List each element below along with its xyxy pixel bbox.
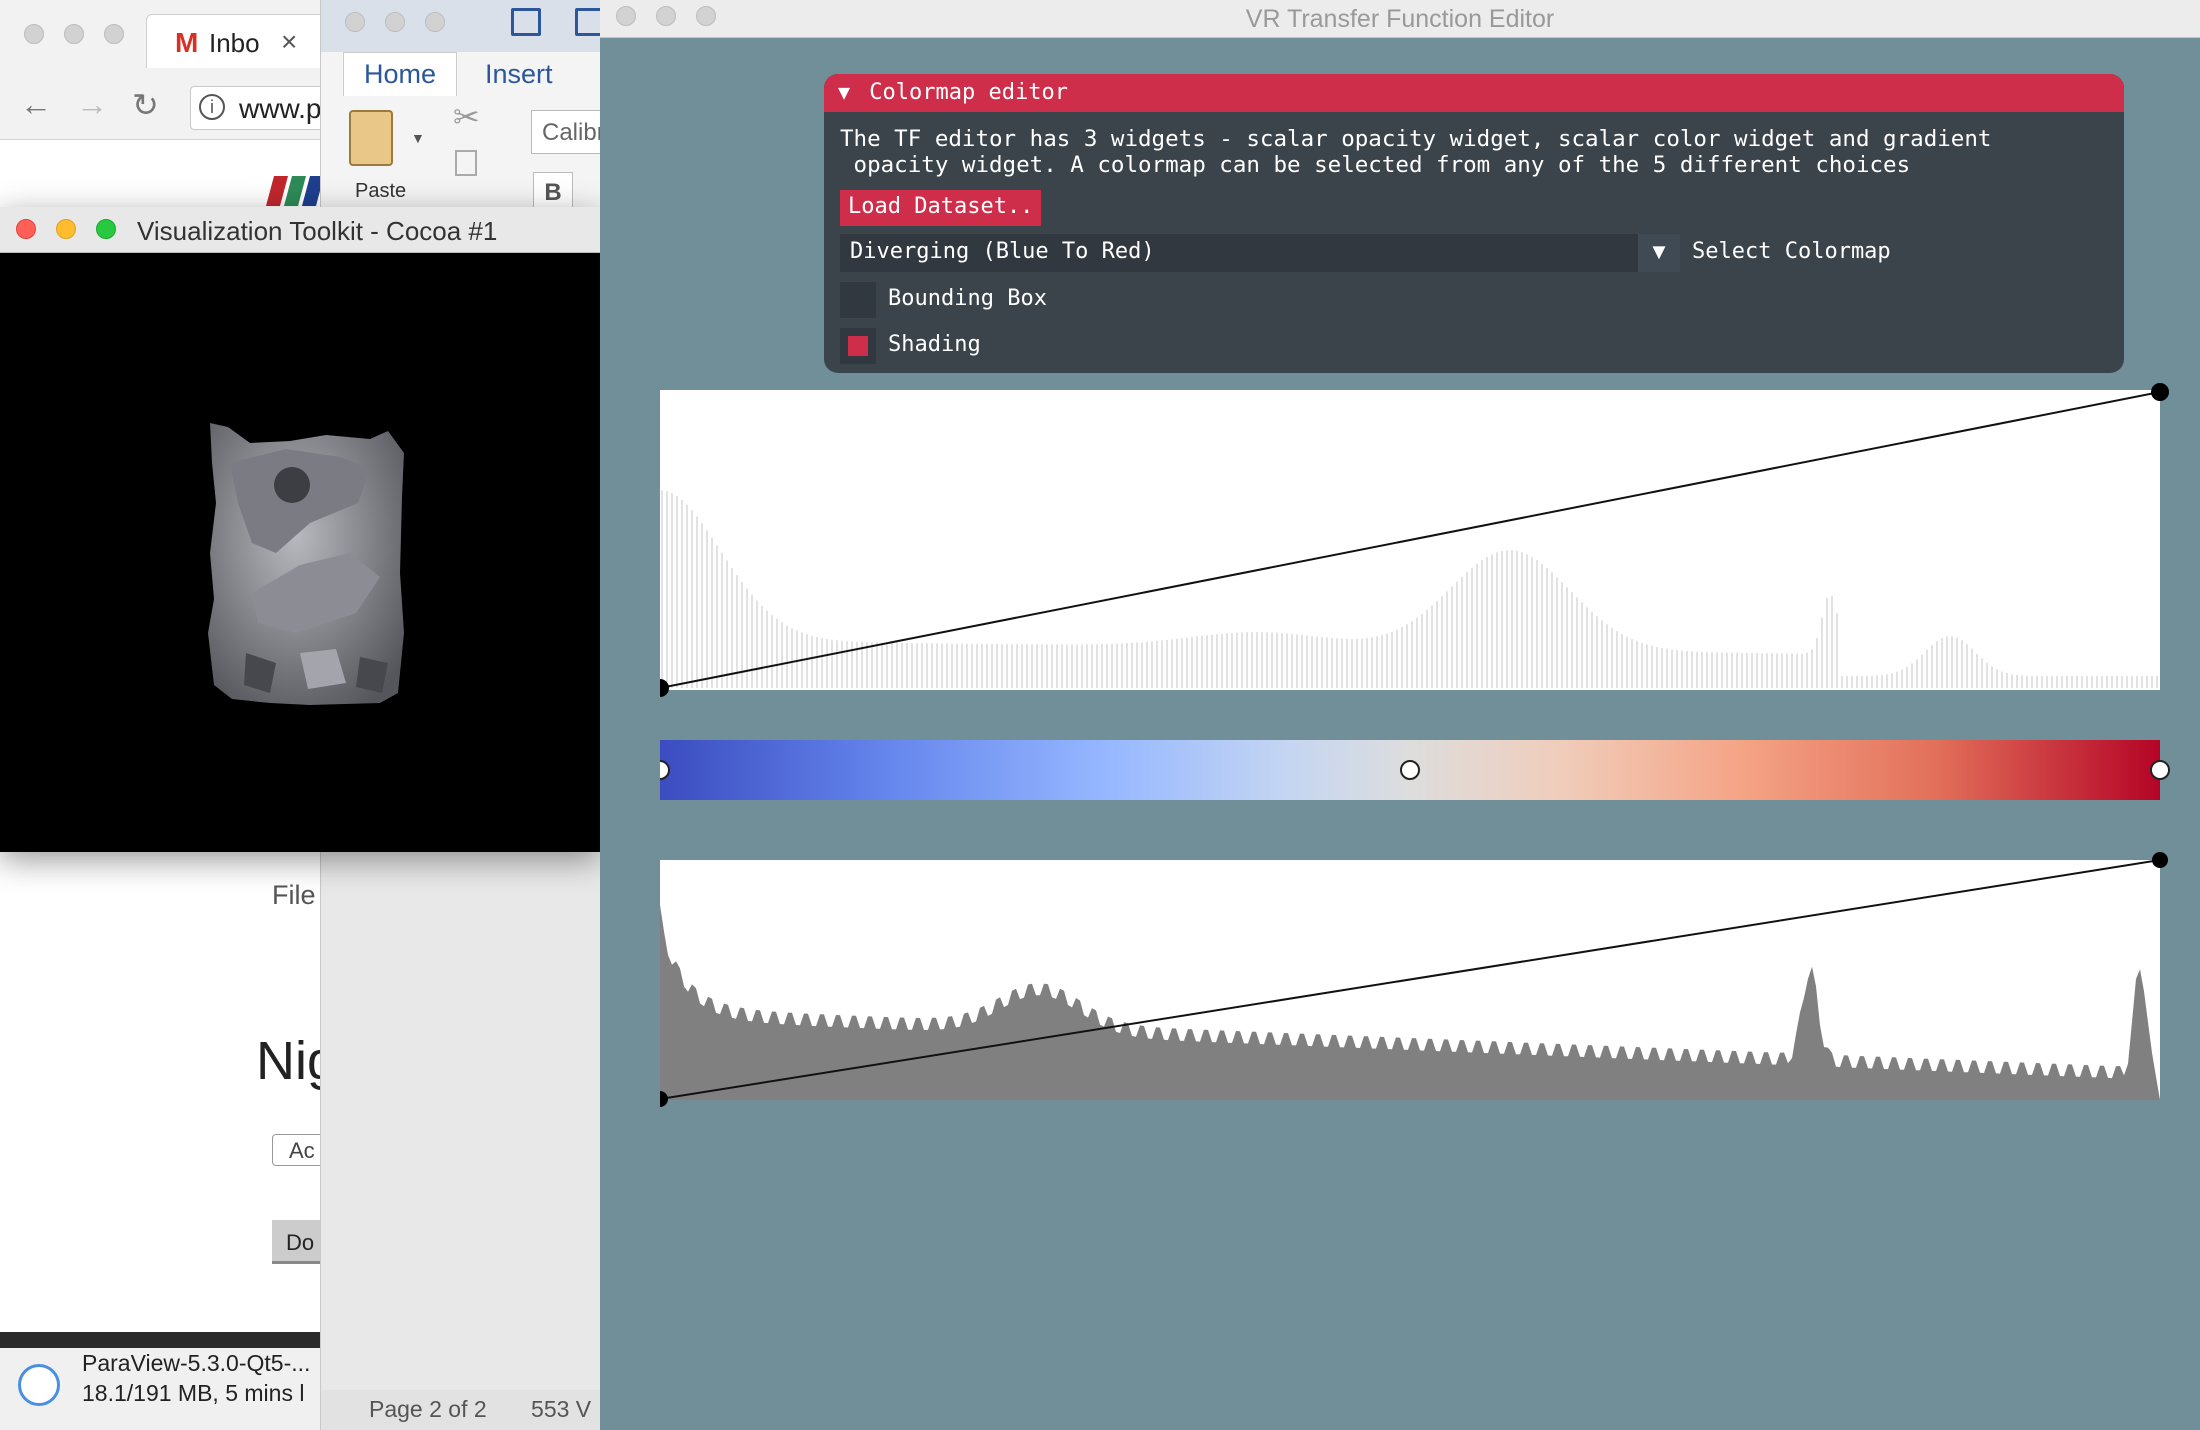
forward-arrow-icon[interactable]: → [76, 86, 108, 123]
status-page: Page 2 of 2 [369, 1396, 487, 1422]
bold-button[interactable]: B [533, 172, 573, 212]
tab-inbox[interactable]: M Inbo × [146, 14, 330, 68]
editor-close-button[interactable] [616, 6, 636, 26]
paste-dropdown-icon[interactable]: ▼ [411, 130, 425, 146]
tab-home[interactable]: Home [343, 52, 458, 96]
back-arrow-icon[interactable]: ← [20, 86, 52, 123]
word-close-button[interactable] [345, 12, 365, 32]
vtk-zoom-button[interactable] [96, 219, 116, 239]
word-titlebar [321, 0, 611, 52]
address-bar[interactable]: i www.p [190, 86, 330, 130]
color-point-low[interactable] [660, 760, 670, 780]
address-text: www.p [239, 93, 322, 124]
font-name-box[interactable]: Calibr [531, 110, 611, 154]
tab-insert[interactable]: Insert [465, 53, 573, 96]
vtk-title: Visualization Toolkit - Cocoa #1 [137, 216, 498, 246]
shading-check-mark [848, 336, 868, 356]
panel-header[interactable]: ▼ Colormap editor [824, 74, 2124, 112]
colormap-select-label: Select Colormap [1692, 239, 1891, 264]
tab-title: Inbo [209, 28, 260, 58]
browser-zoom-button[interactable] [104, 24, 124, 44]
tab-close-icon[interactable]: × [281, 26, 297, 58]
word-ribbon: Home Insert ▼ Paste ✂ Calibr B [321, 52, 611, 212]
reload-icon[interactable]: ↻ [132, 86, 159, 124]
rendered-engine-block [208, 423, 404, 705]
download-progress: 18.1/191 MB, 5 mins l [82, 1380, 305, 1406]
color-point-high[interactable] [2150, 760, 2170, 780]
gradient-opacity-widget[interactable] [660, 850, 2170, 1110]
volume-render-viewport[interactable] [0, 253, 600, 852]
paste-clipboard-icon[interactable] [349, 110, 393, 166]
color-point-mid[interactable] [1400, 760, 1420, 780]
bounding-box-checkbox[interactable] [840, 282, 876, 318]
opacity-point-end[interactable] [2151, 383, 2169, 401]
download-file-icon [18, 1364, 60, 1406]
vtk-minimize-button[interactable] [56, 219, 76, 239]
scalar-color-widget[interactable] [660, 730, 2170, 810]
colormap-dropdown-arrow-icon[interactable]: ▼ [1638, 234, 1680, 272]
shading-label: Shading [888, 332, 981, 357]
editor-titlebar: VR Transfer Function Editor [600, 0, 2200, 38]
download-bar: ParaView-5.3.0-Qt5-... 18.1/191 MB, 5 mi… [0, 1332, 330, 1430]
vtk-window: Visualization Toolkit - Cocoa #1 [0, 207, 600, 852]
browser-minimize-button[interactable] [64, 24, 84, 44]
copy-icon[interactable] [455, 150, 477, 176]
info-icon: i [199, 94, 225, 120]
download-name[interactable]: ParaView-5.3.0-Qt5-... [82, 1350, 310, 1377]
page-text-file: File [272, 880, 316, 910]
shading-checkbox[interactable] [840, 328, 876, 364]
colormap-editor-panel: ▼ Colormap editor The TF editor has 3 wi… [824, 74, 2124, 373]
editor-title: VR Transfer Function Editor [1245, 5, 1555, 33]
sidebar-toggle-icon[interactable] [511, 8, 541, 36]
paste-label: Paste [355, 180, 407, 202]
bounding-box-label: Bounding Box [888, 286, 1047, 311]
scalar-opacity-widget[interactable] [660, 380, 2170, 700]
cut-icon[interactable]: ✂ [453, 98, 480, 136]
collapse-triangle-icon[interactable]: ▼ [838, 80, 850, 104]
browser-close-button[interactable] [24, 24, 44, 44]
status-words: 553 V [531, 1396, 592, 1422]
load-dataset-button[interactable]: Load Dataset.. [840, 190, 1042, 226]
editor-minimize-button[interactable] [656, 6, 676, 26]
word-status-bar: Page 2 of 2 553 V [321, 1390, 611, 1430]
browser-chrome: M Inbo × ← → ↻ i www.p [0, 0, 330, 140]
gradient-point-end[interactable] [2152, 852, 2168, 868]
tf-editor-window: VR Transfer Function Editor ▼ Colormap e… [600, 0, 2200, 1430]
word-minimize-button[interactable] [385, 12, 405, 32]
editor-zoom-button[interactable] [696, 6, 716, 26]
vtk-close-button[interactable] [16, 219, 36, 239]
word-zoom-button[interactable] [425, 12, 445, 32]
gmail-icon: M [175, 27, 199, 58]
colormap-select[interactable]: Diverging (Blue To Red) [840, 234, 1638, 272]
panel-title: Colormap editor [869, 80, 1068, 105]
panel-description: The TF editor has 3 widgets - scalar opa… [840, 126, 1992, 178]
vtk-titlebar: Visualization Toolkit - Cocoa #1 [0, 207, 600, 253]
